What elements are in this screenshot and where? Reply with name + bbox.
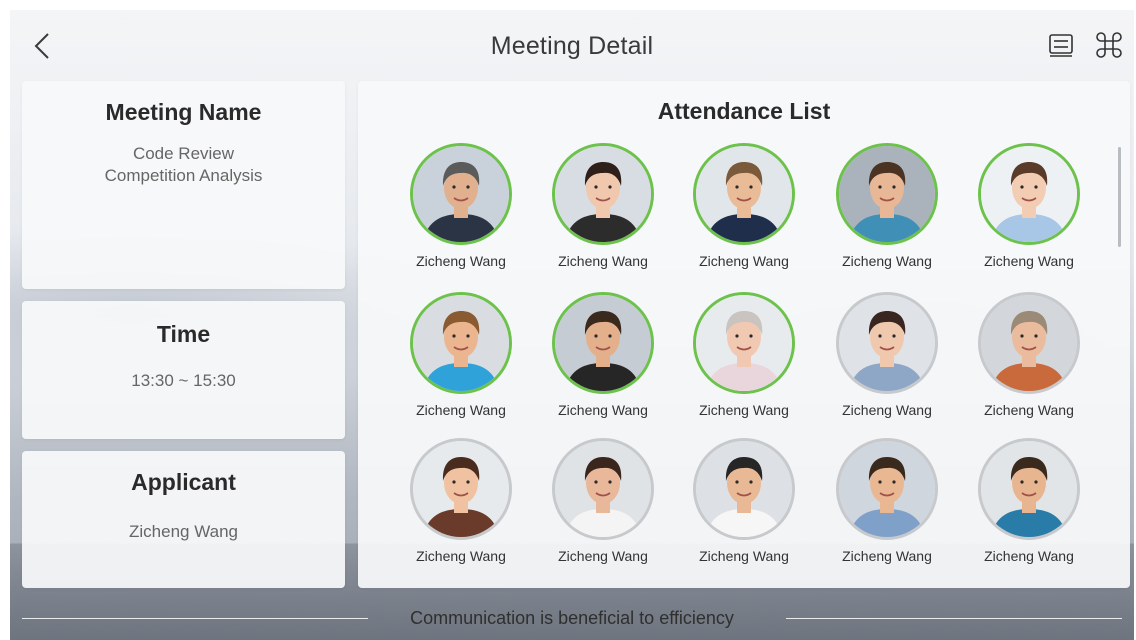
- attendee-item[interactable]: Zicheng Wang: [969, 143, 1089, 283]
- attendee-item[interactable]: Zicheng Wang: [684, 292, 804, 432]
- attendee-item[interactable]: Zicheng Wang: [401, 292, 521, 432]
- attendee-item[interactable]: Zicheng Wang: [543, 292, 663, 432]
- attendee-item[interactable]: Zicheng Wang: [684, 438, 804, 578]
- footer-divider-right: [786, 618, 1122, 619]
- attendee-name: Zicheng Wang: [684, 548, 804, 564]
- command-icon: [1094, 30, 1124, 60]
- person-portrait-icon: [413, 146, 509, 242]
- list-view-button[interactable]: [1046, 30, 1076, 60]
- meeting-topic-1: Code Review: [22, 143, 345, 165]
- footer-slogan-text: Communication is beneficial to efficienc…: [396, 608, 748, 628]
- attendee-name: Zicheng Wang: [401, 548, 521, 564]
- attendee-avatar: [552, 292, 654, 394]
- person-portrait-icon: [413, 441, 509, 537]
- header-bar: Meeting Detail: [10, 10, 1134, 80]
- attendee-avatar: [978, 143, 1080, 245]
- attendee-item[interactable]: Zicheng Wang: [969, 438, 1089, 578]
- attendee-name: Zicheng Wang: [401, 253, 521, 269]
- attendee-avatar: [410, 292, 512, 394]
- attendee-avatar: [978, 438, 1080, 540]
- attendee-avatar: [693, 292, 795, 394]
- attendee-name: Zicheng Wang: [684, 402, 804, 418]
- attendee-name: Zicheng Wang: [827, 402, 947, 418]
- attendee-item[interactable]: Zicheng Wang: [543, 143, 663, 283]
- attendee-item[interactable]: Zicheng Wang: [969, 292, 1089, 432]
- meeting-name-card: Meeting Name Code Review Competition Ana…: [22, 81, 345, 289]
- attendee-avatar: [693, 438, 795, 540]
- footer-bar: Communication is beneficial to efficienc…: [10, 598, 1134, 640]
- person-portrait-icon: [696, 441, 792, 537]
- person-portrait-icon: [696, 146, 792, 242]
- attendee-item[interactable]: Zicheng Wang: [827, 292, 947, 432]
- attendance-title: Attendance List: [358, 98, 1130, 125]
- attendee-item[interactable]: Zicheng Wang: [827, 438, 947, 578]
- attendee-name: Zicheng Wang: [543, 548, 663, 564]
- applicant-title: Applicant: [22, 469, 345, 496]
- attendee-item[interactable]: Zicheng Wang: [827, 143, 947, 283]
- person-portrait-icon: [981, 146, 1077, 242]
- attendee-avatar: [410, 438, 512, 540]
- person-portrait-icon: [696, 295, 792, 391]
- attendee-name: Zicheng Wang: [401, 402, 521, 418]
- attendee-item[interactable]: Zicheng Wang: [401, 438, 521, 578]
- attendee-avatar: [836, 438, 938, 540]
- applicant-name: Zicheng Wang: [22, 521, 345, 543]
- attendee-avatar: [978, 292, 1080, 394]
- page-title: Meeting Detail: [10, 32, 1134, 61]
- attendee-avatar: [693, 143, 795, 245]
- person-portrait-icon: [981, 441, 1077, 537]
- attendance-scrollbar[interactable]: [1118, 147, 1121, 247]
- time-card: Time 13:30 ~ 15:30: [22, 301, 345, 439]
- person-portrait-icon: [555, 441, 651, 537]
- attendee-name: Zicheng Wang: [543, 253, 663, 269]
- meeting-topic-2: Competition Analysis: [22, 165, 345, 187]
- list-icon: [1046, 30, 1076, 60]
- attendee-name: Zicheng Wang: [543, 402, 663, 418]
- applicant-card: Applicant Zicheng Wang: [22, 451, 345, 588]
- attendee-name: Zicheng Wang: [969, 548, 1089, 564]
- attendee-avatar: [552, 143, 654, 245]
- person-portrait-icon: [839, 295, 935, 391]
- grid-view-button[interactable]: [1094, 30, 1124, 60]
- attendee-avatar: [410, 143, 512, 245]
- attendee-name: Zicheng Wang: [969, 402, 1089, 418]
- attendee-name: Zicheng Wang: [827, 253, 947, 269]
- person-portrait-icon: [555, 295, 651, 391]
- person-portrait-icon: [555, 146, 651, 242]
- meeting-name-title: Meeting Name: [22, 99, 345, 126]
- person-portrait-icon: [413, 295, 509, 391]
- attendee-name: Zicheng Wang: [684, 253, 804, 269]
- attendance-card: Attendance List Zicheng Wang Zicheng Wang…: [358, 81, 1130, 588]
- attendee-name: Zicheng Wang: [827, 548, 947, 564]
- attendee-avatar: [836, 292, 938, 394]
- attendee-item[interactable]: Zicheng Wang: [543, 438, 663, 578]
- attendee-item[interactable]: Zicheng Wang: [401, 143, 521, 283]
- time-value: 13:30 ~ 15:30: [22, 370, 345, 392]
- person-portrait-icon: [981, 295, 1077, 391]
- time-title: Time: [22, 321, 345, 348]
- attendee-avatar: [836, 143, 938, 245]
- attendee-item[interactable]: Zicheng Wang: [684, 143, 804, 283]
- attendee-name: Zicheng Wang: [969, 253, 1089, 269]
- attendee-avatar: [552, 438, 654, 540]
- person-portrait-icon: [839, 146, 935, 242]
- person-portrait-icon: [839, 441, 935, 537]
